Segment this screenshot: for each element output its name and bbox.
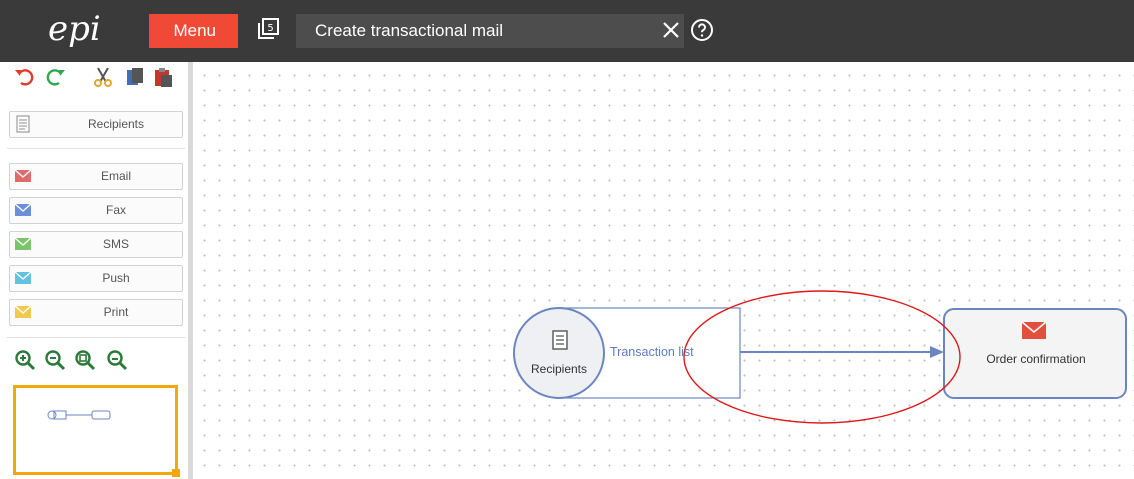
recipients-button[interactable]: Recipients <box>9 111 183 138</box>
sidebar-divider <box>7 148 185 149</box>
push-button[interactable]: Push <box>9 265 183 292</box>
zoom-in-icon[interactable] <box>14 349 36 371</box>
push-envelope-icon <box>14 271 32 284</box>
transaction-list-label: Transaction list <box>610 345 694 359</box>
sms-button[interactable]: SMS <box>9 231 183 258</box>
minimap[interactable] <box>13 385 178 475</box>
help-icon[interactable] <box>690 18 714 42</box>
copy-icon[interactable] <box>124 66 146 88</box>
cut-icon[interactable] <box>92 66 114 88</box>
minimap-resize-handle[interactable] <box>172 469 180 477</box>
zoom-out-icon[interactable] <box>44 349 66 371</box>
app-header: epi Menu 5 Create transactional mail <box>0 0 1134 62</box>
recipients-node-label: Recipients <box>530 362 588 376</box>
logo-text: epi <box>48 9 101 49</box>
workflow-canvas[interactable] <box>193 62 1134 479</box>
undo-icon[interactable] <box>14 66 36 88</box>
email-button[interactable]: Email <box>9 163 183 190</box>
sidebar-divider <box>7 337 185 338</box>
print-envelope-icon <box>14 305 32 318</box>
push-button-label: Push <box>102 271 130 285</box>
fax-button[interactable]: Fax <box>9 197 183 224</box>
zoom-reset-icon[interactable] <box>106 349 128 371</box>
print-button[interactable]: Print <box>9 299 183 326</box>
email-button-label: Email <box>100 169 131 183</box>
redo-icon[interactable] <box>44 66 66 88</box>
sms-envelope-icon <box>14 237 32 250</box>
email-envelope-icon <box>14 169 32 182</box>
recipients-button-label: Recipients <box>87 117 145 131</box>
document-title-field[interactable]: Create transactional mail <box>296 14 684 48</box>
zoom-fit-icon[interactable] <box>74 349 96 371</box>
open-documents-icon[interactable]: 5 <box>256 17 280 41</box>
open-documents-count: 5 <box>267 23 273 34</box>
fax-envelope-icon <box>14 203 32 216</box>
sms-button-label: SMS <box>102 237 129 251</box>
order-confirmation-label: Order confirmation <box>986 352 1086 366</box>
epi-logo: epi <box>48 9 101 49</box>
close-icon[interactable] <box>661 20 681 40</box>
fax-button-label: Fax <box>105 203 126 217</box>
document-list-icon <box>16 115 30 133</box>
menu-button[interactable]: Menu <box>149 14 238 48</box>
paste-icon[interactable] <box>152 66 174 88</box>
print-button-label: Print <box>103 305 129 319</box>
minimap-preview <box>47 410 111 420</box>
